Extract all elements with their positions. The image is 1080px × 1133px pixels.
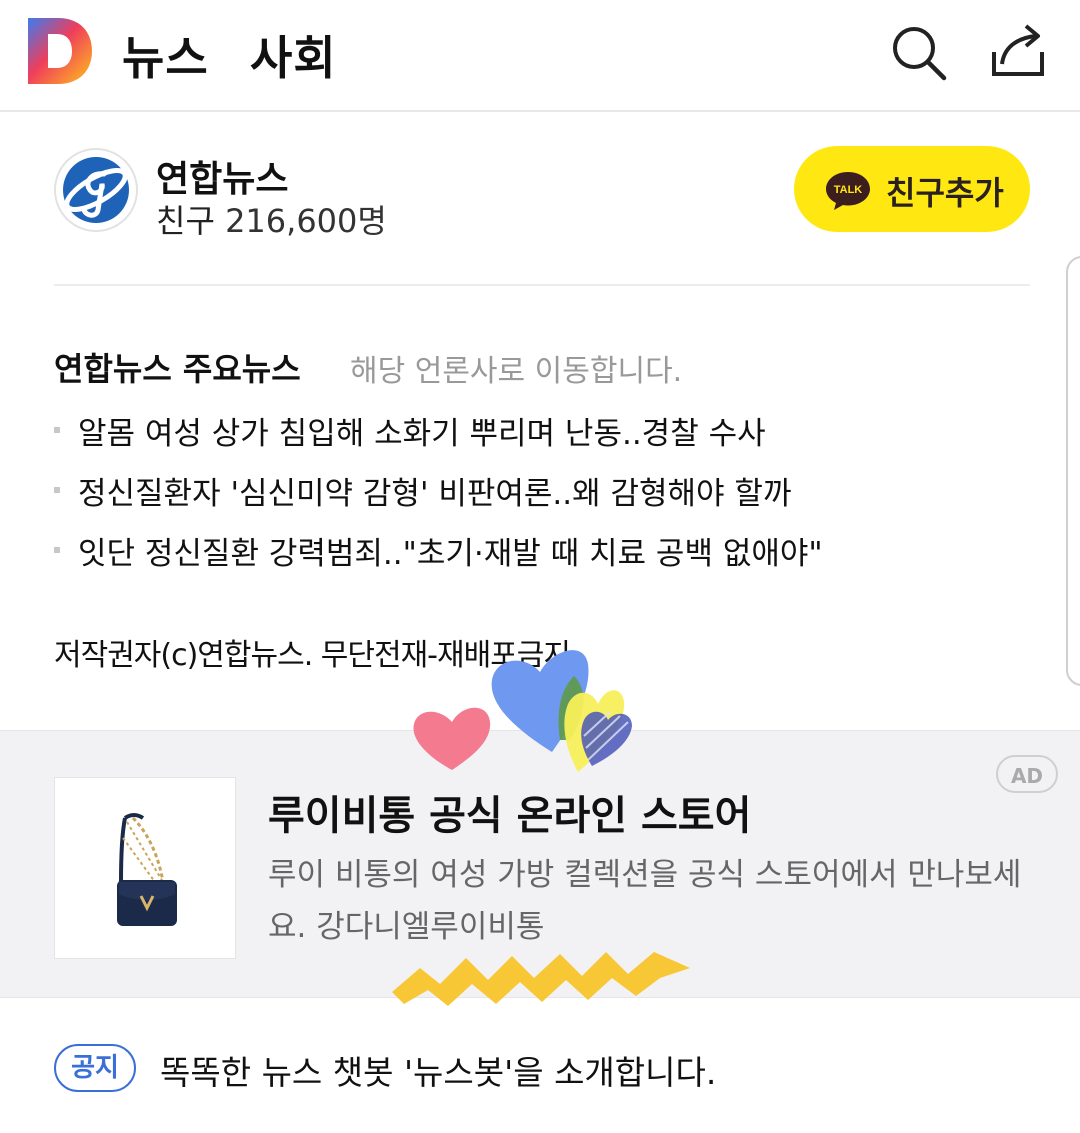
bullet-icon	[54, 546, 60, 553]
friends-label: 친구	[156, 202, 215, 240]
bullet-icon	[54, 486, 60, 493]
ad-description[interactable]: 루이 비통의 여성 가방 컬렉션을 공식 스토어에서 만나보세요. 강다니엘루이…	[268, 849, 1028, 953]
publisher-name[interactable]: 연합뉴스	[156, 150, 288, 202]
search-icon[interactable]	[888, 22, 948, 82]
news-item[interactable]: 알몸 여성 상가 침입해 소화기 뿌리며 난동..경찰 수사	[54, 408, 766, 453]
main-news-title[interactable]: 연합뉴스 주요뉴스	[54, 344, 301, 390]
copyright-notice: 저작권자(c)연합뉴스. 무단전재-재배포금지	[54, 638, 571, 673]
handbag-image[interactable]	[54, 777, 236, 959]
daum-d-logo[interactable]	[28, 18, 92, 84]
news-item[interactable]: 잇단 정신질환 강력범죄.."초기·재발 때 치료 공백 없애야"	[54, 528, 823, 573]
top-header: 뉴스 사회	[0, 0, 1080, 112]
news-headline: 알몸 여성 상가 침입해 소화기 뿌리며 난동..경찰 수사	[78, 416, 766, 452]
notice-tag: 공지	[54, 1044, 136, 1092]
side-scroll-handle[interactable]	[1066, 256, 1080, 686]
publisher-card: 연합뉴스 친구 216,600명 TALK 친구추가	[0, 112, 1080, 284]
friends-count: 216,600명	[225, 202, 387, 240]
main-news-subtitle[interactable]: 해당 언론사로 이동합니다.	[350, 346, 682, 390]
ad-badge[interactable]: AD	[996, 755, 1058, 793]
nav-society[interactable]: 사회	[250, 22, 337, 88]
yonhap-logo[interactable]	[54, 148, 138, 232]
share-icon[interactable]	[988, 22, 1048, 82]
ad-title[interactable]: 루이비통 공식 온라인 스토어	[268, 783, 751, 841]
notice-bar[interactable]: 공지 똑똑한 뉴스 챗봇 '뉴스봇'을 소개합니다.	[0, 998, 1080, 1133]
bullet-icon	[54, 426, 60, 433]
main-news-section: 연합뉴스 주요뉴스 해당 언론사로 이동합니다. 알몸 여성 상가 침입해 소화…	[0, 286, 1080, 730]
news-headline: 잇단 정신질환 강력범죄.."초기·재발 때 치료 공백 없애야"	[78, 536, 823, 572]
notice-text[interactable]: 똑똑한 뉴스 챗봇 '뉴스봇'을 소개합니다.	[160, 1046, 716, 1094]
talk-badge-text: TALK	[834, 184, 863, 196]
kakao-talk-icon: TALK	[826, 172, 870, 210]
friends-count-line: 친구 216,600명	[156, 196, 387, 242]
nav-news[interactable]: 뉴스	[122, 22, 209, 88]
news-item[interactable]: 정신질환자 '심신미약 감형' 비판여론..왜 감형해야 할까	[54, 468, 791, 513]
add-friend-label: 친구추가	[886, 174, 1004, 212]
news-headline: 정신질환자 '심신미약 감형' 비판여론..왜 감형해야 할까	[78, 476, 792, 512]
ad-section: AD 루이비통 공식 온라인 스토어 루이 비통의 여성 가방 컬렉션을 공식 …	[0, 730, 1080, 998]
add-friend-button[interactable]: TALK 친구추가	[794, 146, 1030, 232]
